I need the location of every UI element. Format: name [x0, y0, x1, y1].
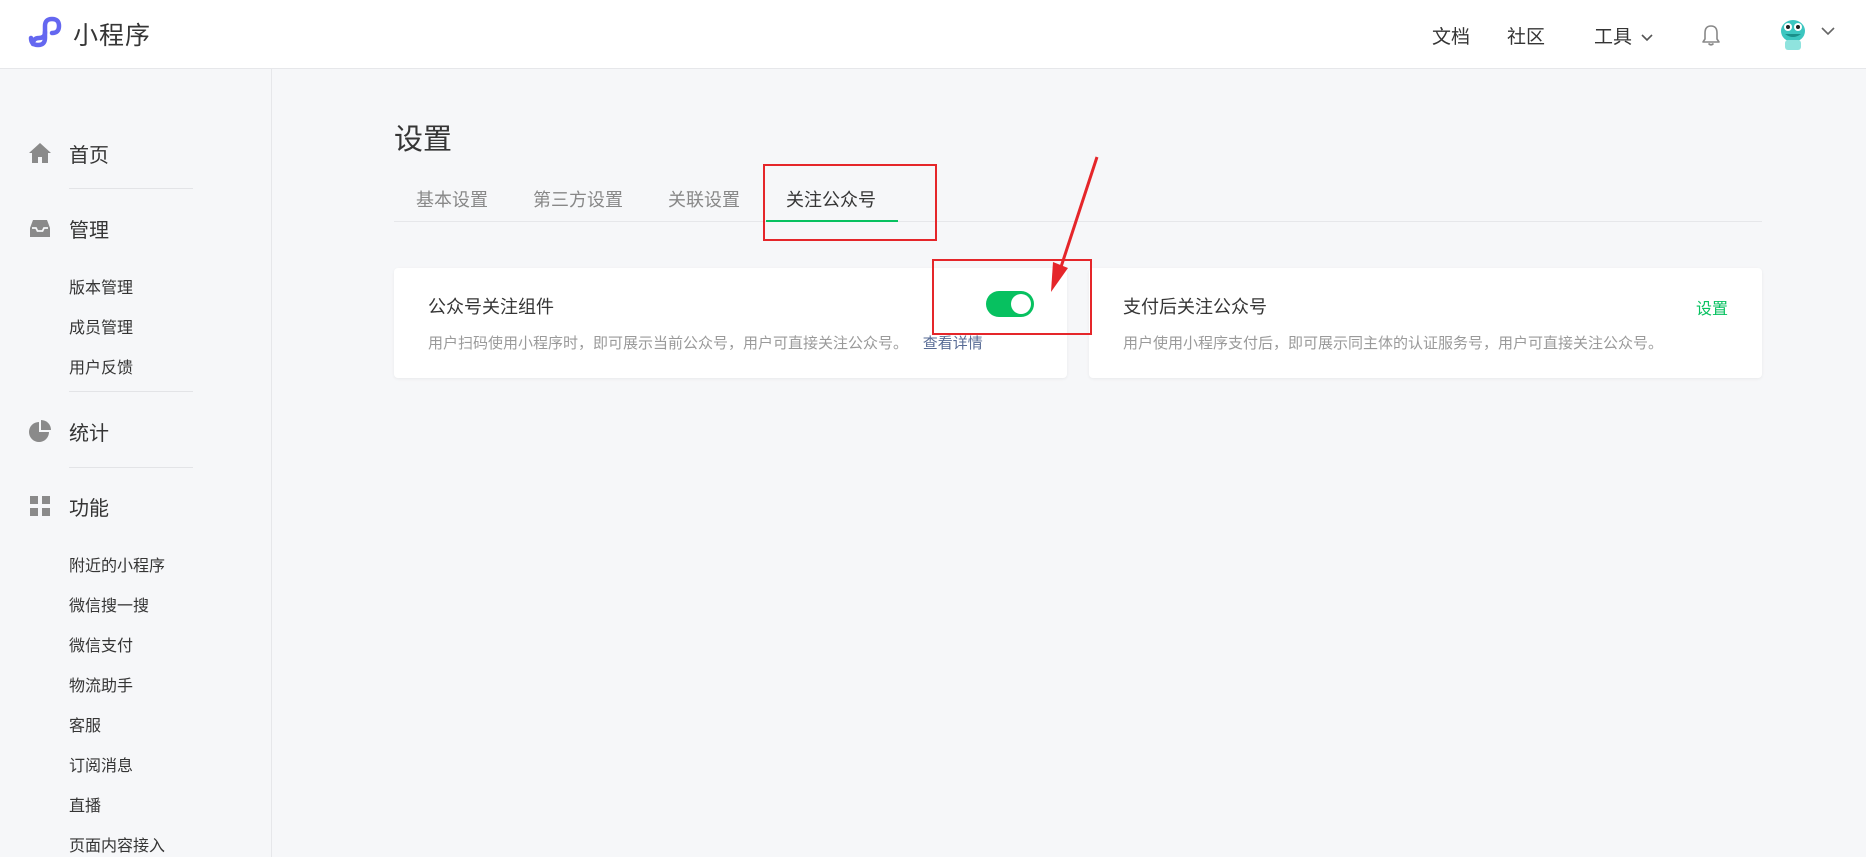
sidebar-item-manage[interactable]: 管理 [28, 213, 109, 243]
sidebar-subitem-nearby[interactable]: 附近的小程序 [69, 552, 165, 576]
top-header: 小程序 文档 社区 工具 [0, 0, 1866, 69]
sidebar-divider [69, 391, 193, 392]
tab-link-settings[interactable]: 关联设置 [668, 186, 740, 212]
nav-tools-menu[interactable]: 工具 [1594, 22, 1653, 49]
card-title: 公众号关注组件 [428, 297, 554, 318]
card-description-text: 用户扫码使用小程序时，即可展示当前公众号，用户可直接关注公众号。 [428, 334, 909, 352]
sidebar-subitem-logistics[interactable]: 物流助手 [69, 672, 133, 696]
chevron-down-icon [1641, 33, 1653, 41]
tab-third-party-settings[interactable]: 第三方设置 [533, 186, 623, 212]
tab-basic-settings[interactable]: 基本设置 [416, 186, 488, 212]
user-avatar[interactable] [1778, 18, 1808, 52]
sidebar-subitem-pay[interactable]: 微信支付 [69, 632, 133, 656]
sidebar-item-home[interactable]: 首页 [28, 138, 109, 168]
sidebar-divider [69, 467, 193, 468]
sidebar-subitem-service[interactable]: 客服 [69, 712, 101, 736]
annotation-box-switch [932, 259, 1092, 335]
nav-community-link[interactable]: 社区 [1507, 22, 1545, 49]
chevron-down-icon[interactable] [1821, 27, 1835, 36]
sidebar-divider [69, 188, 193, 189]
sidebar-subitem-live[interactable]: 直播 [69, 792, 101, 816]
sidebar-subitem-search[interactable]: 微信搜一搜 [69, 592, 149, 616]
bell-icon[interactable] [1700, 24, 1722, 46]
card-description: 用户扫码使用小程序时，即可展示当前公众号，用户可直接关注公众号。 查看详情 [428, 332, 983, 353]
sidebar-subitem-version[interactable]: 版本管理 [69, 274, 133, 298]
card-title: 支付后关注公众号 [1123, 297, 1267, 318]
inbox-icon [30, 220, 50, 237]
home-icon [29, 143, 51, 163]
sidebar-subitem-content[interactable]: 页面内容接入 [69, 832, 165, 856]
nav-docs-link[interactable]: 文档 [1432, 22, 1470, 49]
sidebar-subitem-subscribe[interactable]: 订阅消息 [69, 752, 133, 776]
annotation-box-tab [763, 164, 937, 241]
sidebar-item-features[interactable]: 功能 [28, 491, 109, 521]
sidebar-subitem-feedback[interactable]: 用户反馈 [69, 354, 133, 378]
sidebar-item-label: 统计 [69, 420, 109, 445]
sidebar-item-label: 功能 [69, 495, 109, 520]
app-name: 小程序 [73, 21, 152, 50]
card-follow-after-pay: 支付后关注公众号 设置 用户使用小程序支付后，即可展示同主体的认证服务号，用户可… [1089, 268, 1762, 378]
page-title: 设置 [394, 122, 453, 156]
sidebar-item-label: 首页 [69, 142, 109, 167]
view-details-link[interactable]: 查看详情 [923, 334, 983, 352]
sidebar-item-label: 管理 [69, 217, 109, 242]
nav-tools-label: 工具 [1594, 26, 1633, 48]
card-description: 用户使用小程序支付后，即可展示同主体的认证服务号，用户可直接关注公众号。 [1123, 334, 1664, 352]
tabs-divider [394, 221, 1762, 222]
mini-program-logo-icon[interactable] [27, 14, 65, 52]
annotation-arrow [1051, 156, 1099, 292]
settings-link[interactable]: 设置 [1696, 295, 1728, 319]
pie-chart-icon [29, 420, 51, 442]
sidebar-item-stats[interactable]: 统计 [28, 416, 109, 446]
sidebar-subitem-members[interactable]: 成员管理 [69, 314, 133, 338]
grid-icon [30, 496, 50, 516]
